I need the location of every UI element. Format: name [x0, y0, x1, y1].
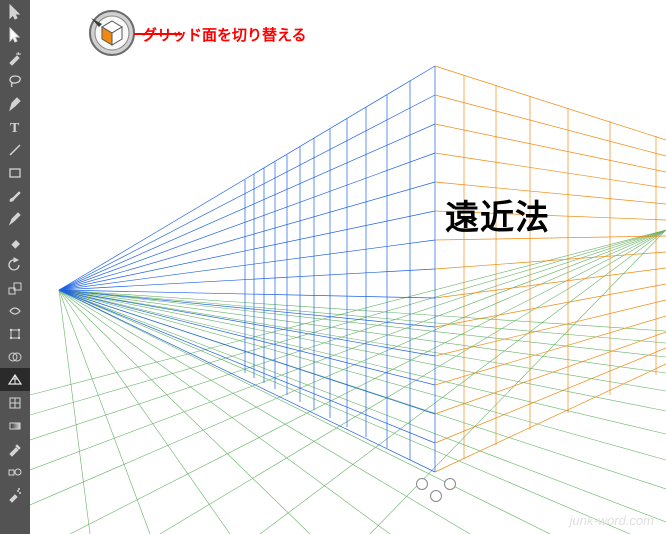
eyedropper-tool[interactable]	[0, 437, 30, 460]
type-tool[interactable]: T	[0, 115, 30, 138]
svg-text:T: T	[10, 121, 20, 135]
shape-builder-tool[interactable]	[0, 345, 30, 368]
mesh-tool[interactable]	[0, 391, 30, 414]
grid-handle-right[interactable]	[444, 478, 456, 490]
canvas-area[interactable]: 遠近法 グリッド面を切り替える junk-word.com	[30, 0, 666, 534]
plane-switching-widget[interactable]	[88, 9, 136, 57]
pencil-tool[interactable]	[0, 207, 30, 230]
perspective-text: 遠近法	[445, 190, 550, 239]
eraser-tool[interactable]	[0, 230, 30, 253]
width-tool[interactable]	[0, 299, 30, 322]
paintbrush-tool[interactable]	[0, 184, 30, 207]
grid-handle-left[interactable]	[416, 478, 428, 490]
grid-handle-center[interactable]	[430, 490, 442, 502]
pen-tool[interactable]	[0, 92, 30, 115]
magic-wand-tool[interactable]	[0, 46, 30, 69]
symbol-sprayer-tool[interactable]	[0, 483, 30, 506]
line-segment-tool[interactable]	[0, 138, 30, 161]
perspective-grid	[30, 0, 666, 534]
rotate-tool[interactable]	[0, 253, 30, 276]
lasso-tool[interactable]	[0, 69, 30, 92]
blend-tool[interactable]	[0, 460, 30, 483]
selection-tool[interactable]	[0, 0, 30, 23]
rectangle-tool[interactable]	[0, 161, 30, 184]
perspective-grid-tool[interactable]	[0, 368, 30, 391]
watermark: junk-word.com	[569, 513, 654, 528]
toolbox: T	[0, 0, 31, 534]
direct-selection-tool[interactable]	[0, 23, 30, 46]
scale-tool[interactable]	[0, 276, 30, 299]
annotation-label: グリッド面を切り替える	[142, 24, 307, 45]
free-transform-tool[interactable]	[0, 322, 30, 345]
gradient-tool[interactable]	[0, 414, 30, 437]
